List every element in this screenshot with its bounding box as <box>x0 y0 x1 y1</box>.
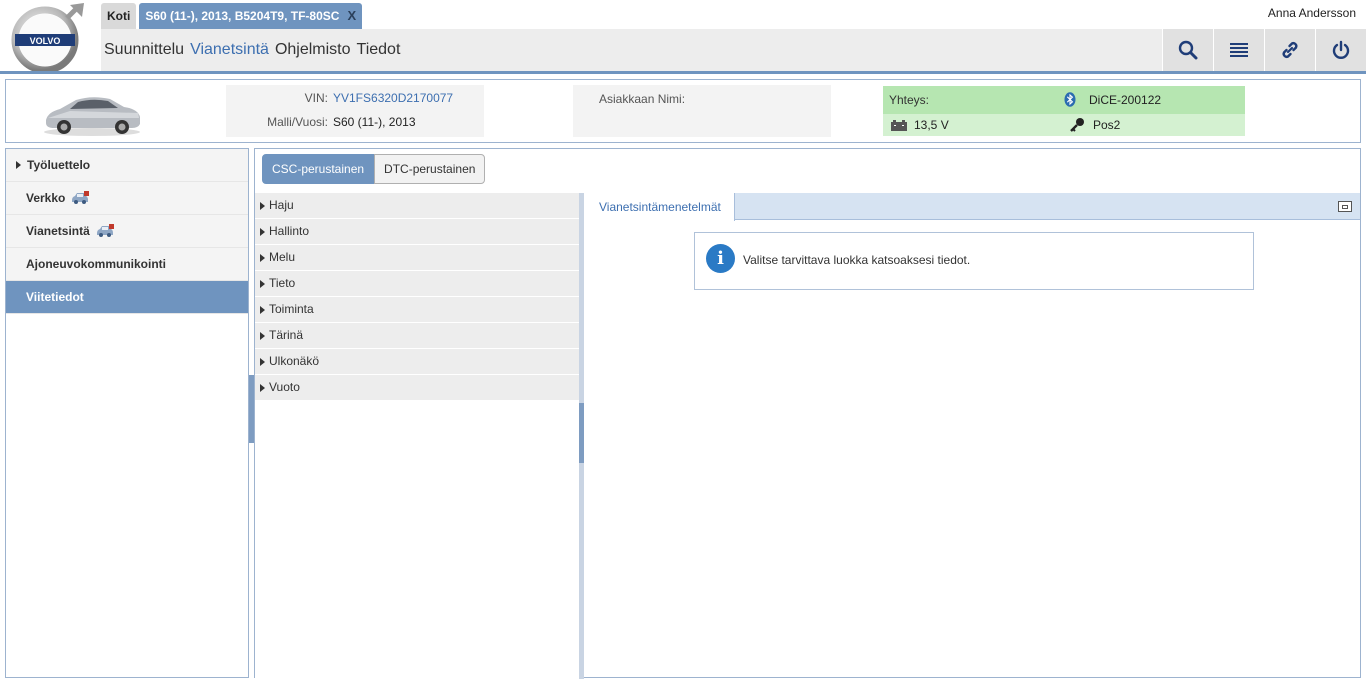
top-tabs: Koti S60 (11-), 2013, B5204T9, TF-80SC X <box>101 3 363 29</box>
connection-detail-row: 13,5 V Pos2 <box>883 114 1245 136</box>
nav-planning[interactable]: Suunnittelu <box>101 29 187 71</box>
nav-info[interactable]: Tiedot <box>354 29 404 71</box>
model-label: Malli/Vuosi: <box>267 115 328 129</box>
tab-close-icon[interactable]: X <box>347 3 356 29</box>
connect-button[interactable] <box>1264 29 1315 71</box>
category-label: Hallinto <box>269 224 310 238</box>
sidebar-item-label: Verkko <box>26 190 66 205</box>
list-item[interactable]: Melu <box>255 245 579 270</box>
list-item[interactable]: Vuoto <box>255 375 579 400</box>
tab-vehicle[interactable]: S60 (11-), 2013, B5204T9, TF-80SC X <box>139 3 363 29</box>
method-tabbar: Vianetsintämenetelmät <box>586 193 1360 221</box>
category-label: Ulkonäkö <box>269 354 320 368</box>
battery-icon <box>891 120 907 131</box>
list-item[interactable]: Ulkonäkö <box>255 349 579 374</box>
category-label: Haju <box>269 198 294 212</box>
customer-box: Asiakkaan Nimi: <box>573 85 831 137</box>
sidebar: Työluettelo Verkko Vianetsintä Ajoneuvok… <box>5 148 249 678</box>
subtab-dtc[interactable]: DTC-perustainen <box>374 154 486 184</box>
category-label: Melu <box>269 250 296 264</box>
power-button[interactable] <box>1315 29 1366 71</box>
nav-diagnostics[interactable]: Vianetsintä <box>187 29 272 71</box>
car-icon <box>72 191 90 204</box>
info-message: Valitse tarvittava luokka katsoaksesi ti… <box>743 253 971 267</box>
middle-splitter-handle[interactable] <box>579 403 584 463</box>
power-icon <box>1332 40 1350 59</box>
subtab-group: CSC-perustainen DTC-perustainen <box>262 154 486 184</box>
subtab-csc[interactable]: CSC-perustainen <box>262 154 375 184</box>
connection-status-row: Yhteys: DiCE-200122 <box>883 86 1245 114</box>
list-item[interactable]: Haju <box>255 193 579 218</box>
key-icon <box>1070 118 1084 132</box>
tab-vehicle-label: S60 (11-), 2013, B5204T9, TF-80SC <box>145 9 340 23</box>
list-item[interactable]: Tieto <box>255 271 579 296</box>
category-label: Toiminta <box>269 302 314 316</box>
car-icon <box>96 224 114 237</box>
app-header: VOLVO Koti S60 (11-), 2013, B5204T9, TF-… <box>0 0 1366 74</box>
customer-label: Asiakkaan Nimi: <box>599 92 686 106</box>
logo-text: VOLVO <box>30 36 61 46</box>
left-splitter-handle[interactable] <box>249 375 254 443</box>
menu-button[interactable] <box>1213 29 1264 71</box>
method-panel: Vianetsintämenetelmät i Valitse tarvitta… <box>586 193 1360 677</box>
volvo-logo[interactable]: VOLVO <box>8 3 88 71</box>
sidebar-item-network[interactable]: Verkko <box>6 182 248 215</box>
link-icon <box>1282 42 1298 58</box>
vehicle-info-strip: VIN: YV1FS6320D2170077 Malli/Vuosi: S60 … <box>5 79 1361 143</box>
sidebar-item-worklist[interactable]: Työluettelo <box>6 149 248 182</box>
vin-value[interactable]: YV1FS6320D2170077 <box>333 91 453 105</box>
list-icon <box>1230 43 1248 57</box>
list-item[interactable]: Hallinto <box>255 219 579 244</box>
connection-label: Yhteys: <box>889 93 930 107</box>
sidebar-item-label: Ajoneuvokommunikointi <box>26 256 167 271</box>
sidebar-item-label: Vianetsintä <box>26 223 90 238</box>
connection-box: Yhteys: DiCE-200122 13,5 V Pos2 <box>883 86 1245 136</box>
device-name: DiCE-200122 <box>1089 93 1162 107</box>
category-label: Tärinä <box>269 328 304 342</box>
sidebar-item-label: Viitetiedot <box>26 289 84 304</box>
list-item[interactable]: Tärinä <box>255 323 579 348</box>
list-item[interactable]: Toiminta <box>255 297 579 322</box>
main-nav: Suunnittelu Vianetsintä Ohjelmisto Tiedo… <box>101 29 1366 71</box>
bluetooth-icon <box>1064 92 1076 107</box>
expand-triangle-icon <box>16 161 21 169</box>
vin-box: VIN: YV1FS6320D2170077 Malli/Vuosi: S60 … <box>226 85 484 137</box>
category-list: Haju Hallinto Melu Tieto Toiminta Tärinä… <box>255 193 579 679</box>
sidebar-item-diagnostics[interactable]: Vianetsintä <box>6 215 248 248</box>
sidebar-item-label: Työluettelo <box>27 157 91 172</box>
tab-diagnostic-methods[interactable]: Vianetsintämenetelmät <box>586 193 735 221</box>
category-label: Tieto <box>269 276 296 290</box>
battery-voltage: 13,5 V <box>914 118 949 132</box>
sidebar-item-vehicle-communication[interactable]: Ajoneuvokommunikointi <box>6 248 248 281</box>
info-icon: i <box>706 244 735 273</box>
vin-label: VIN: <box>304 91 328 105</box>
toolbar <box>1162 29 1366 71</box>
user-name: Anna Andersson <box>1267 6 1356 20</box>
main-content: CSC-perustainen DTC-perustainen Haju Hal… <box>249 148 1361 679</box>
info-message-box: i Valitse tarvittava luokka katsoaksesi … <box>694 232 1254 290</box>
search-button[interactable] <box>1162 29 1213 71</box>
search-icon <box>1178 40 1198 60</box>
sidebar-item-reference-data[interactable]: Viitetiedot <box>6 281 248 314</box>
tab-home[interactable]: Koti <box>101 3 137 29</box>
nav-software[interactable]: Ohjelmisto <box>272 29 354 71</box>
restore-window-icon[interactable] <box>1338 201 1352 212</box>
model-value: S60 (11-), 2013 <box>333 115 416 129</box>
category-label: Vuoto <box>269 380 300 394</box>
car-image <box>44 97 140 136</box>
key-position: Pos2 <box>1093 118 1121 132</box>
